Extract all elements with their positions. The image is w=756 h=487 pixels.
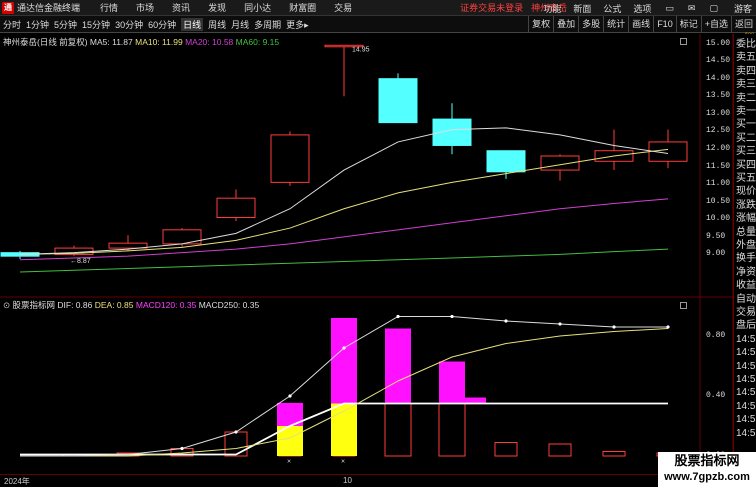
dea-value: DEA: 0.85 xyxy=(94,300,134,310)
side-panel-label: 外盘 xyxy=(736,240,756,251)
quote-side-panel: 委比卖五 卖四卖三 卖二卖一买一 买二买三 买四买五现价 涨跌涨幅 总量外盘换手 净资收益 自动… xyxy=(733,34,756,487)
price-tick: 13.50 xyxy=(706,91,731,101)
dif-value: DIF: 0.86 xyxy=(57,300,93,310)
side-panel-label: 买一 xyxy=(736,119,756,131)
side-panel-label: 买二 xyxy=(736,132,756,144)
pane-maximize-icon[interactable] xyxy=(680,38,687,45)
price-tick: 12.50 xyxy=(706,126,731,136)
ma60-value: MA60: 9.15 xyxy=(235,37,280,47)
side-panel-label: 14:56 xyxy=(736,414,756,426)
chart-legends: 神州泰岳(日线 前复权) MA5: 11.87 MA10: 11.99 MA20… xyxy=(0,34,733,487)
ma-legend: 神州泰岳(日线 前复权) MA5: 11.87 MA10: 11.99 MA20… xyxy=(3,36,279,48)
side-panel-label: 交易 xyxy=(736,307,756,318)
price-tick: 14.50 xyxy=(706,56,731,66)
side-panel-label: 14:56 xyxy=(736,400,756,412)
side-panel-label: 净资 xyxy=(736,266,756,278)
macd120-value: MACD120: 0.35 xyxy=(135,300,197,310)
watermark-title: 股票指标网 xyxy=(674,453,740,468)
side-panel-label: 换手 xyxy=(736,253,756,265)
side-panel-label: 现价 xyxy=(736,186,756,198)
indicator-icon[interactable]: ⊙ xyxy=(3,300,10,310)
side-panel-label: 卖四 xyxy=(736,65,756,77)
side-panel-label: 卖五 xyxy=(736,52,756,64)
side-panel-label: 14:56 xyxy=(736,427,756,439)
ma20-value: MA20: 10.58 xyxy=(185,37,234,47)
watermark-url: www.7gpzb.com xyxy=(664,471,750,483)
side-panel-label: 14:56 xyxy=(736,333,756,345)
stock-title: 神州泰岳(日线 前复权) xyxy=(3,37,88,47)
back-button[interactable]: 返回 xyxy=(730,16,756,33)
side-panel-label: 涨跌 xyxy=(736,199,756,211)
side-panel-label: 总量 xyxy=(736,226,756,238)
price-tick: 10.50 xyxy=(706,196,731,206)
guest-user[interactable]: 游客 xyxy=(734,2,752,15)
side-panel-label: 卖二 xyxy=(736,92,756,104)
indicator-legend: ⊙ 股票指标网 DIF: 0.86 DEA: 0.85 MACD120: 0.3… xyxy=(3,299,259,311)
price-tick: 9.00 xyxy=(706,249,726,259)
side-panel-label: 盘后 xyxy=(736,320,756,332)
side-panel-label: 14:56 xyxy=(736,347,756,359)
date-label-year: 2024年 xyxy=(4,477,30,486)
side-panel-label: 卖一 xyxy=(736,106,756,117)
side-panel-label: 买三 xyxy=(736,146,756,158)
macd250-value: MACD250: 0.35 xyxy=(198,300,260,310)
date-axis: 2024年 10 xyxy=(0,474,733,487)
watermark: 股票指标网 www.7gpzb.com xyxy=(658,452,756,487)
indicator-tick: 0.40 xyxy=(706,391,726,400)
price-tick: 9.50 xyxy=(706,231,726,241)
ma10-value: MA10: 11.99 xyxy=(135,37,183,47)
side-panel-label: 卖三 xyxy=(736,79,756,91)
side-panel-label: 涨幅 xyxy=(736,213,756,225)
price-tick: 14.00 xyxy=(706,73,731,83)
pane-maximize-icon[interactable] xyxy=(680,302,687,309)
ma5-value: MA5: 11.87 xyxy=(89,37,133,47)
price-tick: 11.00 xyxy=(706,179,731,189)
side-panel-label: 14:56 xyxy=(736,360,756,372)
indicator-name[interactable]: 股票指标网 xyxy=(13,300,56,310)
side-panel-label: 14:56 xyxy=(736,387,756,399)
price-tick: 10.00 xyxy=(706,214,731,224)
side-panel-label: 委比 xyxy=(736,39,756,50)
price-tick: 15.00 xyxy=(706,38,731,48)
indicator-tick: 0.80 xyxy=(706,331,726,340)
side-panel-label: 自动 xyxy=(736,293,756,305)
price-tick: 13.00 xyxy=(706,108,731,118)
side-panel-label: 买五 xyxy=(736,173,756,184)
date-label-month: 10 xyxy=(343,476,352,485)
price-tick: 11.50 xyxy=(706,161,731,171)
price-tick: 12.00 xyxy=(706,143,731,153)
side-panel-label: 买四 xyxy=(736,159,756,171)
side-panel-label: 14:56 xyxy=(736,374,756,385)
side-panel-label: 收益 xyxy=(736,280,756,292)
